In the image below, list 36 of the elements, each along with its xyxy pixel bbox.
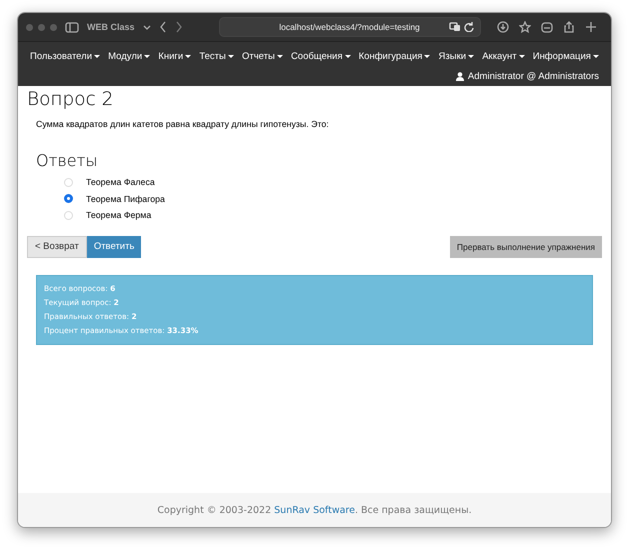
star-icon[interactable] — [518, 21, 531, 33]
copyright-text: Copyright © 2003-2022 SunRav Software. Все права защищены. — [157, 504, 472, 516]
chevron-down-icon[interactable] — [142, 24, 151, 30]
menu-item[interactable]: Аккаунт — [482, 50, 525, 62]
forward-icon[interactable] — [174, 21, 183, 33]
share-icon[interactable] — [562, 21, 575, 33]
abort-button[interactable]: Прервать выполнение упражнения — [450, 236, 602, 258]
menu-item[interactable]: Пользователи — [30, 50, 100, 62]
back-icon[interactable] — [158, 21, 167, 33]
submit-button[interactable]: Ответить — [86, 236, 142, 258]
answer-label[interactable]: Теорема Пифагора — [86, 194, 165, 204]
sidebar-icon[interactable] — [65, 22, 79, 32]
download-icon[interactable] — [496, 21, 509, 33]
menu-item[interactable]: Конфигурация — [358, 50, 430, 62]
answer-label[interactable]: Теорема Фалеса — [86, 177, 155, 188]
answers-heading: Ответы — [36, 151, 98, 170]
question-title: Вопрос 2 — [27, 89, 114, 110]
menu-item[interactable]: Книги — [158, 50, 192, 62]
menu-item[interactable]: Тесты — [199, 50, 234, 62]
menu-item[interactable]: Отчеты — [242, 50, 283, 62]
translate-icon[interactable] — [448, 21, 461, 32]
menu-item[interactable]: Сообщения — [290, 50, 350, 62]
plus-icon[interactable] — [584, 21, 597, 33]
menu-item[interactable]: Модули — [108, 50, 150, 62]
back-button[interactable]: < Возврат — [27, 236, 87, 258]
menu-item[interactable]: Информация — [532, 50, 599, 62]
company-link[interactable]: SunRav Software — [274, 504, 355, 516]
radio-button[interactable] — [64, 194, 73, 204]
question-text: Сумма квадратов длин катетов равна квадрату длины гипотенузы. Это: — [36, 119, 329, 129]
reload-icon[interactable] — [464, 21, 475, 32]
answer-label[interactable]: Теорема Ферма — [86, 210, 152, 220]
user-name[interactable]: Administrator @ Administrators — [468, 70, 599, 82]
menu-item[interactable]: Языки — [438, 50, 474, 62]
user-icon — [456, 72, 464, 80]
address-field[interactable]: localhost/webclass4/?module=testing — [218, 17, 481, 37]
tab-title[interactable]: WEB Class — [87, 22, 135, 32]
